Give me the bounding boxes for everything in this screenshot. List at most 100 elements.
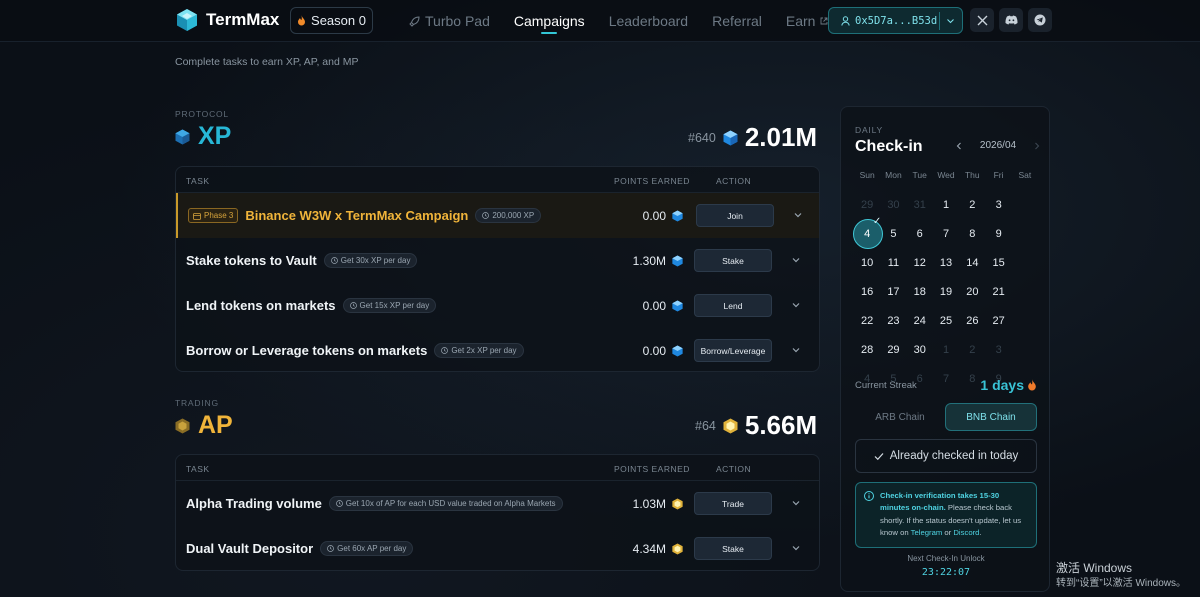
calendar-day[interactable]: 22 (854, 306, 880, 335)
table-row[interactable]: Alpha Trading volume Get 10x of AP for e… (176, 481, 819, 526)
stake-button[interactable]: Stake (694, 249, 772, 272)
xp-cube-icon (723, 130, 738, 145)
nav-turbo-pad[interactable]: Turbo Pad (409, 0, 490, 42)
day-number: 30 (887, 198, 900, 211)
checked-in-status-button[interactable]: Already checked in today (855, 439, 1037, 473)
calendar-day[interactable]: 25 (933, 306, 959, 335)
points-earned-cell: 1.30M (633, 238, 683, 283)
calendar-day[interactable]: 12 (907, 248, 933, 277)
calendar-day[interactable]: 20 (959, 277, 985, 306)
ap-coin-icon (175, 418, 190, 433)
weekday-label: Wed (937, 170, 955, 180)
checked-in-label: Already checked in today (889, 450, 1019, 462)
chevron-down-icon[interactable] (791, 255, 801, 265)
table-row[interactable]: Stake tokens to Vault Get 30x XP per day… (176, 238, 819, 283)
day-number: 2 (969, 198, 976, 211)
xp-section-title: XP (175, 122, 231, 151)
calendar-day-today[interactable]: 4 ✓ (852, 216, 884, 249)
xp-cube-icon (672, 345, 683, 356)
telegram-link[interactable]: Telegram (911, 528, 943, 537)
calendar-day[interactable]: 26 (959, 306, 985, 335)
calendar-day[interactable]: 10 (854, 248, 880, 277)
telegram-social-button[interactable] (1028, 8, 1052, 32)
fire-icon (298, 15, 306, 26)
calendar-day[interactable]: 11 (880, 248, 906, 277)
calendar-day[interactable]: 24 (907, 306, 933, 335)
calendar-day[interactable]: 23 (880, 306, 906, 335)
reward-pill-text: Get 30x XP per day (340, 256, 411, 265)
day-number: 30 (913, 343, 926, 356)
calendar-day[interactable]: 3 (985, 190, 1011, 219)
calendar-day[interactable]: 17 (880, 277, 906, 306)
bnb-chain-tab[interactable]: BNB Chain (945, 403, 1037, 431)
calendar-day[interactable]: 19 (933, 277, 959, 306)
chevron-down-icon[interactable] (791, 345, 801, 355)
lend-button[interactable]: Lend (694, 294, 772, 317)
calendar-day[interactable]: 5 (880, 219, 906, 248)
calendar-day[interactable]: 29 (880, 335, 906, 364)
calendar-day[interactable]: 8 (959, 219, 985, 248)
ap-task-table: TASK POINTS EARNED ACTION Alpha Trading … (175, 454, 820, 571)
windows-activation-watermark: 激活 Windows 转到“设置”以激活 Windows。 (1056, 560, 1186, 592)
calendar-day[interactable]: 18 (907, 277, 933, 306)
calendar-day[interactable]: 28 (854, 335, 880, 364)
calendar-day[interactable]: 1 (933, 190, 959, 219)
points-earned-cell: 4.34M (633, 526, 683, 570)
day-number: 1 (942, 343, 950, 356)
nav-leaderboard[interactable]: Leaderboard (609, 0, 688, 42)
season-button[interactable]: Season 0 (290, 7, 373, 34)
reward-pill: Get 60x AP per day (320, 541, 414, 556)
day-number: 23 (887, 314, 900, 327)
nav-referral[interactable]: Referral (712, 0, 762, 42)
points-earned-cell: 0.00 (643, 328, 683, 371)
calendar-day[interactable]: 13 (933, 248, 959, 277)
checkin-label: DAILY (855, 125, 883, 135)
nav-earn[interactable]: Earn (786, 0, 829, 42)
borrow-leverage-button[interactable]: Borrow/Leverage (694, 339, 772, 362)
chevron-right-icon[interactable] (1033, 141, 1041, 151)
discord-link[interactable]: Discord (953, 528, 979, 537)
calendar-day[interactable]: 14 (959, 248, 985, 277)
chevron-down-icon[interactable] (791, 543, 801, 553)
fire-icon (1028, 379, 1036, 391)
stake-button[interactable]: Stake (694, 537, 772, 560)
calendar-day[interactable]: 21 (985, 277, 1011, 306)
table-row[interactable]: Lend tokens on markets Get 15x XP per da… (176, 283, 819, 328)
chevron-down-icon[interactable] (791, 300, 801, 310)
table-row[interactable]: Borrow or Leverage tokens on markets Get… (176, 328, 819, 371)
table-row[interactable]: Dual Vault Depositor Get 60x AP per day … (176, 526, 819, 570)
wallet-button[interactable]: 0x5D7a...B53d (828, 7, 963, 34)
calendar-day[interactable]: 30 (907, 335, 933, 364)
calendar-day[interactable]: 2 (959, 190, 985, 219)
arb-chain-tab[interactable]: ARB Chain (855, 403, 945, 431)
discord-icon (1004, 15, 1018, 25)
chevron-down-icon[interactable] (791, 498, 801, 508)
chevron-left-icon[interactable] (955, 141, 963, 151)
calendar-day[interactable]: 15 (985, 248, 1011, 277)
x-logo-icon (977, 15, 987, 25)
day-number: 3 (995, 343, 1002, 356)
join-button[interactable]: Join (696, 204, 774, 227)
day-number: 4 (864, 227, 871, 240)
calendar-day[interactable]: 6 (907, 219, 933, 248)
weekday-label: Thu (964, 170, 980, 180)
chevron-down-icon[interactable] (946, 14, 955, 28)
day-number: 17 (887, 285, 900, 298)
logo[interactable]: TermMax (175, 8, 279, 32)
weekday-label: Sat (1018, 170, 1032, 180)
calendar-day[interactable]: 16 (854, 277, 880, 306)
discord-social-button[interactable] (999, 8, 1023, 32)
calendar-day[interactable]: 27 (985, 306, 1011, 335)
calendar-day: 31 (907, 190, 933, 219)
table-row[interactable]: Phase 3 Binance W3W x TermMax Campaign 2… (176, 193, 819, 238)
xp-rank: #640 (688, 130, 716, 145)
ap-table-header: TASK POINTS EARNED ACTION (176, 455, 819, 481)
nav-campaigns[interactable]: Campaigns (514, 0, 585, 42)
trade-button[interactable]: Trade (694, 492, 772, 515)
clock-icon (482, 212, 490, 219)
x-social-button[interactable] (970, 8, 994, 32)
calendar-day[interactable]: 7 (933, 219, 959, 248)
points-earned-cell: 1.03M (633, 481, 683, 526)
chevron-down-icon[interactable] (793, 210, 803, 220)
calendar-day[interactable]: 9 (985, 219, 1011, 248)
